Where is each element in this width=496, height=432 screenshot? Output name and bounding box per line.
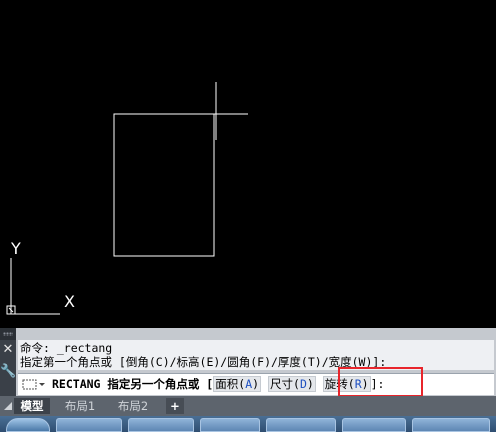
taskbar-button[interactable] [342,418,406,432]
history-line: 命令: _rectang [20,341,113,355]
tab-model[interactable]: 模型 [14,398,50,414]
taskbar-button[interactable] [266,418,336,432]
start-orb-icon[interactable] [6,418,50,432]
option-size[interactable]: 尺寸(D) [268,376,316,392]
tab-scroll-icon[interactable] [2,400,14,412]
command-history: 命令: _rectang 指定第一个角点或 [倒角(C)/标高(E)/圆角(F)… [18,340,494,370]
command-prompt: RECTANG 指定另一个角点或 [面积(A) 尺寸(D) 旋转(R)]: [52,376,384,392]
option-area[interactable]: 面积(A) [213,376,262,392]
taskbar-button[interactable] [128,418,194,432]
taskbar-button[interactable] [412,418,490,432]
recent-commands-icon[interactable] [21,377,47,392]
ucs-icon [6,258,60,315]
wrench-icon[interactable]: 🔧 [0,364,16,380]
taskbar-button[interactable] [200,418,260,432]
canvas-svg: Y X [6,82,248,315]
command-input[interactable]: RECTANG 指定另一个角点或 [面积(A) 尺寸(D) 旋转(R)]: [18,367,494,397]
crosshair-cursor [186,82,248,140]
close-icon[interactable]: ✕ [0,342,16,358]
drawing-canvas[interactable]: Y X [0,0,496,328]
ucs-y-label: Y [10,239,21,258]
tab-layout2[interactable]: 布局2 [110,398,156,414]
prompt-text: RECTANG 指定另一个角点或 [ [52,377,214,391]
grip-handle[interactable] [0,328,16,340]
history-line: 指定第一个角点或 [倒角(C)/标高(E)/圆角(F)/厚度(T)/宽度(W)]… [20,355,387,369]
taskbar-button[interactable] [56,418,122,432]
command-line-window: ✕ 🔧 命令: _rectang 指定第一个角点或 [倒角(C)/标高(E)/圆… [0,328,496,397]
layout-tabs: 模型 布局1 布局2 + [0,396,496,416]
command-line-gripbar[interactable]: ✕ 🔧 [0,328,16,396]
ucs-x-label: X [64,292,75,311]
tab-layout1[interactable]: 布局1 [58,398,102,414]
rotate-highlight-box [338,367,423,397]
rectangle-preview [113,113,215,257]
taskbar [0,416,496,432]
add-layout-button[interactable]: + [166,398,184,414]
